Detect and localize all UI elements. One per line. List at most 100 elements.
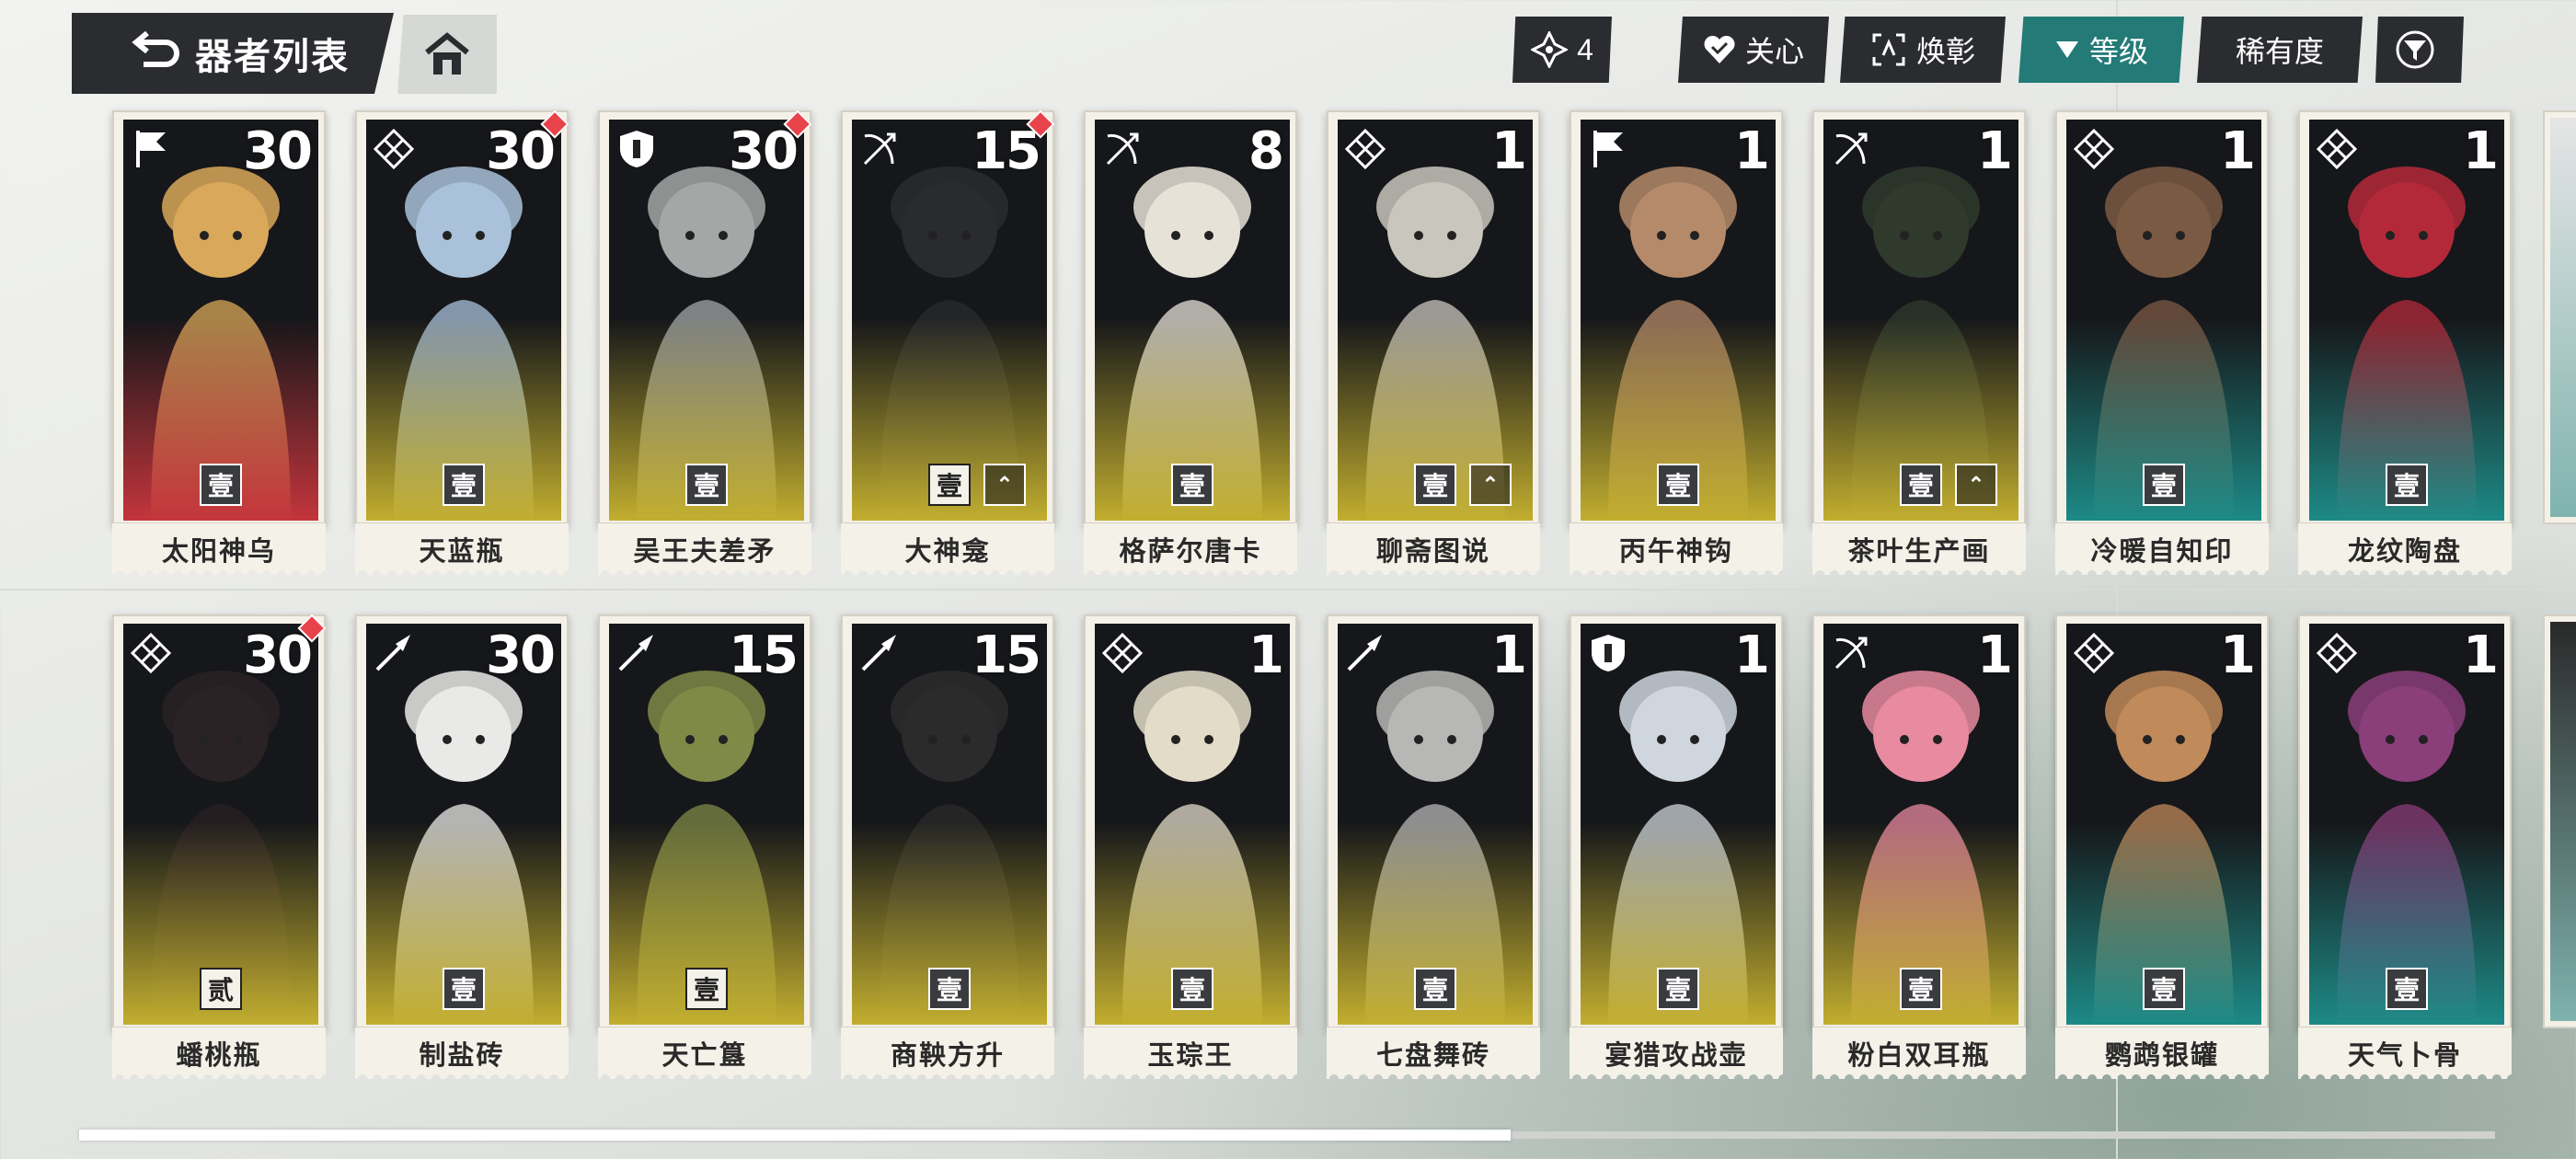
card-frame: 1 壹	[1084, 614, 1297, 1030]
level-value: 1	[1491, 121, 1527, 181]
rarity-sort-button[interactable]: 稀有度	[2197, 17, 2363, 83]
class-knot-icon	[2316, 128, 2358, 170]
card-frame: 1 壹	[2298, 614, 2512, 1030]
character-portrait: 1 壹	[1095, 624, 1290, 1025]
character-portrait: 30 壹	[366, 624, 561, 1025]
character-name: 商鞅方升	[841, 1027, 1054, 1079]
character-name: 天蓝瓶	[355, 522, 569, 575]
character-card[interactable]: 1 壹 玉琮王	[1084, 614, 1297, 1082]
filter-button[interactable]	[2375, 17, 2464, 83]
background-line	[0, 589, 2576, 591]
level-value: 1	[1734, 121, 1770, 181]
class-flag-icon	[136, 131, 166, 167]
level-value: 30	[243, 625, 313, 685]
character-name: 吴王夫差矛	[598, 522, 811, 575]
character-name: 大神龛	[841, 522, 1054, 575]
class-knot-icon	[2316, 632, 2358, 674]
rank-badge: 壹	[685, 464, 728, 506]
character-card[interactable]: 1 壹 冷暖自知印	[2055, 110, 2269, 578]
card-frame: 1 壹	[2055, 110, 2269, 526]
refresh-button[interactable]: 焕彰	[1840, 17, 2006, 83]
character-name: 格萨尔唐卡	[1084, 522, 1297, 575]
rank-badge: 壹	[1900, 968, 1942, 1010]
class-brush-icon	[861, 635, 896, 671]
rank-badge: 壹	[1414, 464, 1456, 506]
character-card[interactable]: 1 壹 天气卜骨	[2298, 614, 2512, 1082]
compass-icon	[1531, 31, 1569, 68]
level-value: 30	[486, 121, 556, 181]
character-card[interactable]: 1 壹 ⌃ 茶叶生产画	[1812, 110, 2026, 578]
character-name: 宴猎攻战壶	[1570, 1027, 1783, 1079]
class-bow-icon	[863, 132, 896, 166]
level-value: 1	[1977, 121, 2013, 181]
character-card[interactable]: 30 壹 制盐砖	[355, 614, 569, 1082]
upgrade-icon: ⌃	[1469, 464, 1512, 506]
rank-badge: 壹	[1414, 968, 1456, 1010]
character-portrait: 8 壹	[1095, 120, 1290, 521]
rank-badge: 壹	[928, 464, 971, 506]
heart-icon	[1704, 35, 1735, 63]
character-card[interactable]: 1 壹 ⌃ 聊斋图说	[1327, 110, 1540, 578]
character-portrait: 15 壹	[852, 624, 1047, 1025]
partial-card[interactable]	[2543, 614, 2576, 1028]
card-frame: 1 壹	[1812, 614, 2026, 1030]
character-card[interactable]: 30 壹 太阳神乌	[112, 110, 326, 578]
care-label: 关心	[1744, 35, 1804, 68]
level-value: 8	[1248, 121, 1284, 181]
character-card[interactable]: 1 壹 宴猎攻战壶	[1570, 614, 1783, 1082]
home-button[interactable]	[397, 15, 497, 94]
character-card[interactable]: 30 壹 天蓝瓶	[355, 109, 569, 578]
class-knot-icon	[130, 632, 172, 674]
character-name: 茶叶生产画	[1812, 522, 2026, 575]
character-portrait: 1 壹	[1338, 624, 1533, 1025]
card-frame: 30 壹	[355, 614, 569, 1030]
character-portrait: 30 壹	[123, 120, 318, 521]
character-card[interactable]: 1 壹 七盘舞砖	[1327, 614, 1540, 1082]
character-card[interactable]: 1 壹 鹦鹉银罐	[2055, 614, 2269, 1082]
character-name: 聊斋图说	[1327, 522, 1540, 575]
character-card[interactable]: 1 壹 丙午神钩	[1570, 110, 1783, 578]
rank-badge: 壹	[200, 464, 242, 506]
character-card[interactable]: 15 壹 ⌃ 大神龛	[841, 109, 1055, 578]
count-button[interactable]: 4	[1512, 17, 1612, 83]
character-card[interactable]: 30 贰 蟠桃瓶	[112, 614, 327, 1082]
card-frame: 1 壹	[2298, 110, 2512, 526]
rank-badge: 壹	[443, 464, 485, 506]
rank-badge: 壹	[928, 968, 971, 1010]
class-knot-icon	[2073, 632, 2115, 674]
card-frame: 30 壹	[598, 109, 812, 526]
class-brush-icon	[618, 635, 653, 671]
class-brush-icon	[1347, 635, 1382, 671]
care-button[interactable]: 关心	[1678, 17, 1829, 83]
level-value: 1	[2463, 625, 2499, 685]
class-knot-icon	[1344, 128, 1386, 170]
character-card[interactable]: 8 壹 格萨尔唐卡	[1084, 110, 1297, 578]
partial-card[interactable]	[2543, 110, 2576, 524]
character-name: 龙纹陶盘	[2298, 522, 2512, 575]
rank-badge: 壹	[1900, 464, 1942, 506]
class-flag-icon	[1593, 131, 1623, 167]
character-name: 丙午神钩	[1570, 522, 1783, 575]
card-frame: 1 壹	[2055, 614, 2269, 1030]
class-shield-icon	[1592, 635, 1625, 671]
class-bow-icon	[1106, 132, 1139, 166]
character-card[interactable]: 30 壹 吴王夫差矛	[598, 109, 812, 578]
character-portrait: 1 壹 ⌃	[1823, 120, 2018, 521]
character-portrait: 1 壹	[2066, 120, 2261, 521]
character-card[interactable]: 15 壹 天亡簋	[598, 614, 811, 1082]
character-portrait: 1 壹	[2309, 120, 2504, 521]
character-name: 天亡簋	[598, 1027, 811, 1079]
character-card[interactable]: 15 壹 商鞅方升	[841, 614, 1054, 1082]
back-arrow-icon[interactable]	[127, 26, 182, 81]
level-value: 1	[1977, 625, 2013, 685]
card-frame: 30 壹	[112, 110, 326, 526]
character-portrait: 1 壹	[2309, 624, 2504, 1025]
card-frame: 1 壹	[1570, 614, 1783, 1030]
scrollbar-thumb[interactable]	[79, 1130, 1511, 1141]
rank-badge: 壹	[2386, 968, 2428, 1010]
character-card[interactable]: 1 壹 粉白双耳瓶	[1812, 614, 2026, 1082]
card-frame: 1 壹 ⌃	[1327, 110, 1540, 526]
level-sort-button[interactable]: 等级	[2018, 17, 2184, 83]
rank-badge: 壹	[2143, 968, 2185, 1010]
character-card[interactable]: 1 壹 龙纹陶盘	[2298, 110, 2512, 578]
